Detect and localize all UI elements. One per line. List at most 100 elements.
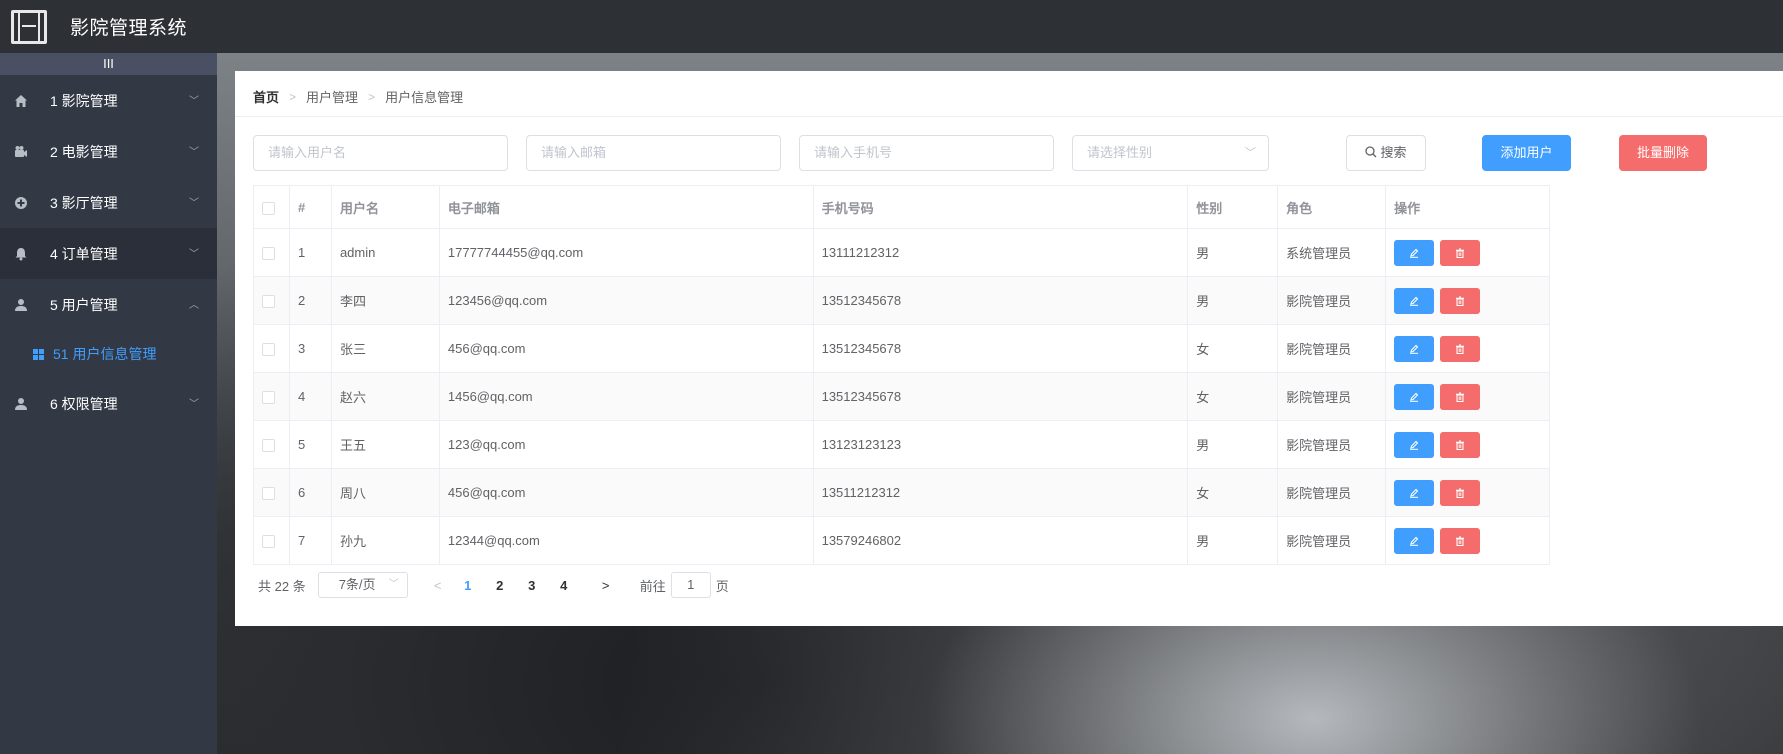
delete-button[interactable] — [1440, 239, 1481, 266]
column-header-role: 角色 — [1277, 185, 1387, 229]
phone-input[interactable]: 请输入手机号 — [799, 135, 1054, 171]
next-page-button[interactable]: > — [599, 578, 613, 593]
chevron-down-icon: ﹀ — [1245, 147, 1256, 159]
cell-phone: 13512345678 — [812, 324, 1189, 373]
row-checkbox[interactable] — [262, 343, 275, 357]
delete-button[interactable] — [1440, 287, 1481, 314]
sidebar-item-cinema[interactable]: 1 影院管理 ﹀ — [0, 75, 217, 126]
edit-button[interactable] — [1394, 287, 1435, 314]
cell-actions — [1385, 420, 1550, 469]
sidebar-subitem-label: 51 用户信息管理 — [53, 346, 157, 362]
pagination: 共 22 条 7条/页 ﹀ < 1 2 3 4 > 前往 1 页 — [258, 571, 729, 599]
cell-role: 影院管理员 — [1277, 468, 1387, 517]
gender-select[interactable]: 请选择性别 ﹀ — [1072, 135, 1269, 171]
total-count: 共 22 条 — [258, 578, 306, 594]
prev-page-button[interactable]: < — [431, 578, 445, 593]
row-checkbox[interactable] — [262, 535, 275, 549]
sidebar-item-label: 2 电影管理 — [50, 143, 118, 160]
sidebar-item-permission[interactable]: 6 权限管理 ﹀ — [0, 378, 217, 429]
sidebar-item-movie[interactable]: 2 电影管理 ﹀ — [0, 126, 217, 177]
cell-email: 456@qq.com — [438, 468, 814, 517]
edit-icon — [1410, 248, 1419, 258]
edit-icon — [1410, 392, 1419, 402]
batch-delete-button[interactable]: 批量删除 — [1619, 135, 1707, 171]
row-checkbox[interactable] — [262, 487, 275, 501]
edit-icon — [1410, 344, 1419, 354]
cell-gender: 女 — [1187, 468, 1279, 517]
search-button-label: 搜索 — [1380, 145, 1407, 160]
edit-button[interactable] — [1394, 431, 1435, 458]
delete-button[interactable] — [1440, 527, 1481, 554]
row-checkbox[interactable] — [262, 391, 275, 405]
trash-icon — [1456, 295, 1465, 306]
page-number[interactable]: 1 — [452, 578, 484, 593]
edit-button[interactable] — [1394, 479, 1435, 506]
cell-role: 影院管理员 — [1277, 372, 1387, 421]
cell-index: 7 — [288, 516, 332, 565]
delete-button[interactable] — [1440, 479, 1481, 506]
breadcrumb-user-management: 用户管理 — [306, 90, 359, 105]
select-all-checkbox[interactable] — [262, 201, 275, 215]
cell-role: 影院管理员 — [1277, 276, 1387, 325]
column-header-gender: 性别 — [1187, 185, 1279, 229]
sidebar-item-label: 3 影厅管理 — [50, 194, 118, 211]
trash-icon — [1456, 439, 1465, 450]
row-checkbox[interactable] — [262, 295, 275, 309]
edit-icon — [1410, 296, 1419, 306]
cell-role: 影院管理员 — [1277, 420, 1387, 469]
trash-icon — [1456, 343, 1465, 354]
sidebar-item-hall[interactable]: 3 影厅管理 ﹀ — [0, 177, 217, 228]
edit-button[interactable] — [1394, 239, 1435, 266]
row-select-cell — [253, 276, 290, 325]
breadcrumb-home[interactable]: 首页 — [253, 87, 279, 106]
page-size-select[interactable]: 7条/页 ﹀ — [317, 572, 408, 598]
sidebar: III 1 影院管理 ﹀ 2 电影管理 ﹀ 3 影厅管理 ﹀ 4 订单管理 ﹀ … — [0, 53, 217, 754]
sidebar-item-order[interactable]: 4 订单管理 ﹀ — [0, 228, 217, 279]
goto-page-input[interactable]: 1 — [670, 572, 711, 598]
edit-button[interactable] — [1394, 527, 1435, 554]
select-all-cell — [253, 185, 290, 229]
row-select-cell — [253, 228, 290, 277]
username-input[interactable]: 请输入用户名 — [253, 135, 508, 171]
plus-circle-icon — [14, 196, 28, 210]
search-button[interactable]: 搜索 — [1346, 135, 1426, 171]
delete-button[interactable] — [1440, 335, 1481, 362]
page-number[interactable]: 3 — [516, 578, 548, 593]
delete-button[interactable] — [1440, 383, 1481, 410]
goto-prefix: 前往 — [639, 578, 666, 594]
row-checkbox[interactable] — [262, 247, 275, 261]
goto-suffix: 页 — [715, 578, 729, 594]
cell-index: 3 — [288, 324, 332, 373]
cell-gender: 男 — [1187, 276, 1279, 325]
search-icon — [1365, 137, 1377, 171]
divider — [235, 116, 1783, 117]
cell-username: 李四 — [330, 276, 440, 325]
cell-actions — [1385, 276, 1550, 325]
edit-button[interactable] — [1394, 383, 1435, 410]
add-user-button[interactable]: 添加用户 — [1482, 135, 1571, 171]
chevron-right-icon: > — [289, 89, 297, 104]
page-number[interactable]: 4 — [548, 578, 580, 593]
sidebar-collapse-toggle[interactable]: III — [0, 53, 217, 75]
email-input[interactable]: 请输入邮箱 — [526, 135, 781, 171]
edit-icon — [1410, 488, 1419, 498]
trash-icon — [1456, 391, 1465, 402]
table-row: 5 王五 123@qq.com 13123123123 男影院管理员 — [253, 420, 1550, 469]
delete-button[interactable] — [1440, 431, 1481, 458]
chevron-down-icon: ﹀ — [189, 96, 199, 107]
table-row: 7 孙九 12344@qq.com 13579246802 男影院管理员 — [253, 516, 1550, 565]
cell-username: 周八 — [330, 468, 440, 517]
column-header-username: 用户名 — [330, 185, 440, 229]
sidebar-item-user[interactable]: 5 用户管理 ︿ — [0, 279, 217, 330]
cell-gender: 男 — [1187, 420, 1279, 469]
cell-email: 123456@qq.com — [438, 276, 814, 325]
page-size-label: 7条/页 — [338, 577, 376, 592]
page-number[interactable]: 2 — [484, 578, 516, 593]
chevron-right-icon: > — [368, 89, 376, 104]
edit-button[interactable] — [1394, 335, 1435, 362]
sidebar-item-label: 4 订单管理 — [50, 245, 118, 262]
chevron-down-icon: ﹀ — [189, 399, 199, 410]
top-bar: 影院管理系统 — [0, 0, 1783, 53]
sidebar-subitem-user-info[interactable]: 51 用户信息管理 — [0, 330, 217, 378]
row-checkbox[interactable] — [262, 439, 275, 453]
